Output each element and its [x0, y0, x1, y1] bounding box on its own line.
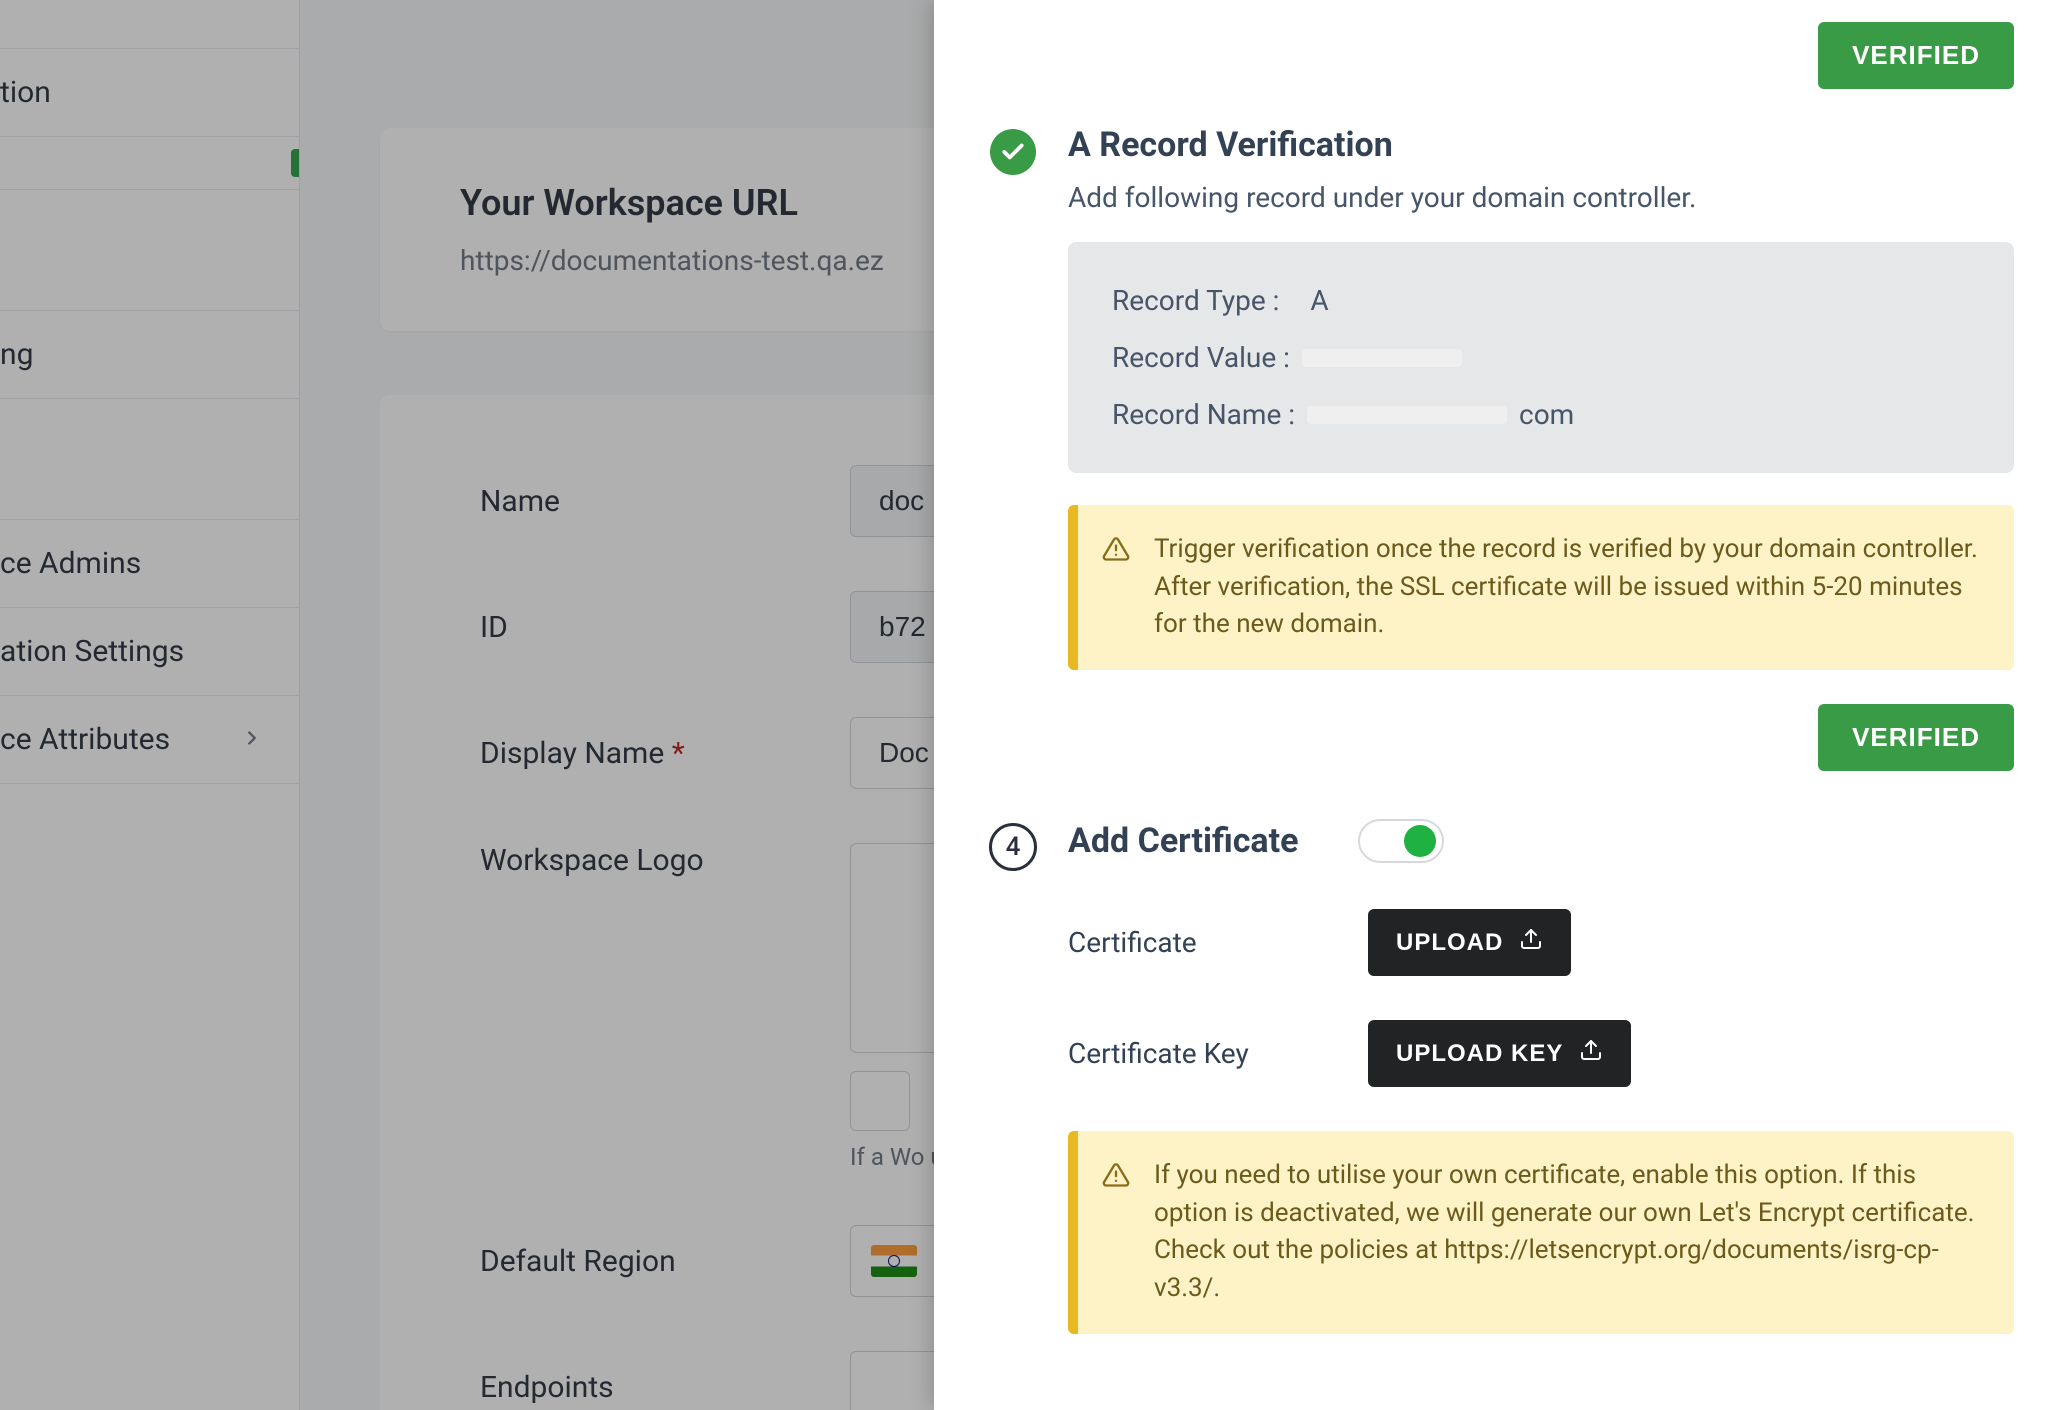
add-certificate-title: Add Certificate — [1068, 821, 1298, 861]
a-record-desc: Add following record under your domain c… — [1068, 181, 2014, 214]
upload-certificate-button[interactable]: UPLOAD — [1368, 909, 1571, 976]
domain-verification-panel: VERIFIED A Record Verification Add follo… — [934, 0, 2064, 1410]
warning-icon — [1102, 1157, 1132, 1308]
verified-button-top[interactable]: VERIFIED — [1818, 22, 2014, 89]
upload-icon — [1579, 1038, 1603, 1069]
record-value-line: Record Value : — [1112, 341, 1970, 374]
a-record-alert-text: Trigger verification once the record is … — [1154, 531, 1984, 644]
record-name-redacted — [1307, 406, 1507, 424]
a-record-section: A Record Verification Add following reco… — [988, 125, 2014, 771]
a-record-box: Record Type : A Record Value : Record Na… — [1068, 242, 2014, 473]
record-name-line: Record Name : com — [1112, 398, 1970, 431]
certificate-alert: If you need to utilise your own certific… — [1068, 1131, 2014, 1334]
a-record-title: A Record Verification — [1068, 125, 2014, 165]
upload-icon — [1519, 927, 1543, 958]
record-value-redacted — [1302, 349, 1462, 367]
a-record-alert: Trigger verification once the record is … — [1068, 505, 2014, 670]
certificate-alert-text: If you need to utilise your own certific… — [1154, 1157, 1984, 1308]
add-certificate-toggle[interactable] — [1358, 819, 1444, 863]
step-4-badge: 4 — [989, 823, 1037, 871]
warning-icon — [1102, 531, 1132, 644]
toggle-knob — [1404, 825, 1436, 857]
record-type-line: Record Type : A — [1112, 284, 1970, 317]
upload-certificate-key-button[interactable]: UPLOAD KEY — [1368, 1020, 1631, 1087]
certificate-label: Certificate — [1068, 926, 1368, 959]
certificate-key-label: Certificate Key — [1068, 1037, 1368, 1070]
verified-button-a-record[interactable]: VERIFIED — [1818, 704, 2014, 771]
check-icon — [990, 129, 1036, 175]
add-certificate-section: 4 Add Certificate Certificate UPLOAD — [988, 819, 2014, 1334]
